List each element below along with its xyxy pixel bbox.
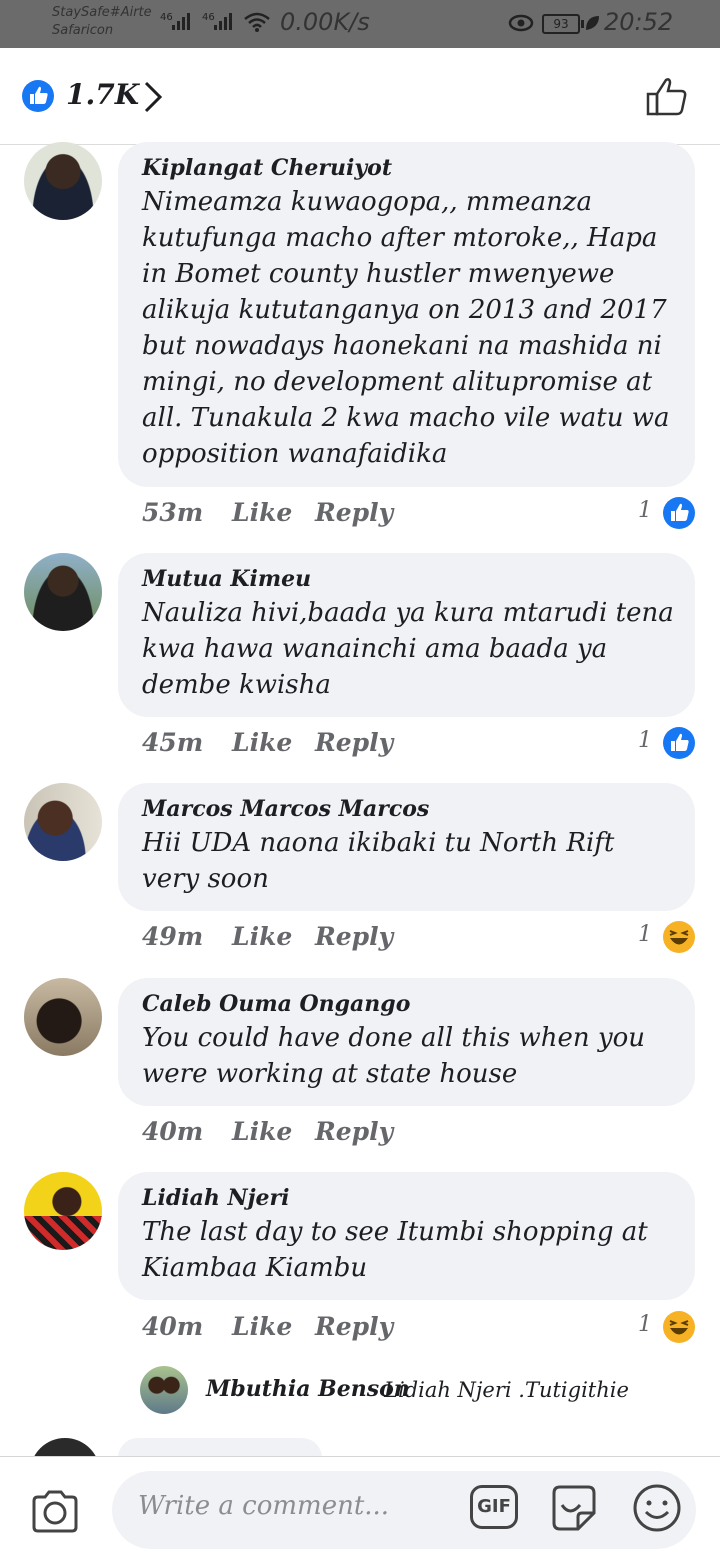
- carrier-label: StaySafe#Airte Safaricon: [52, 4, 152, 40]
- comment-bubble[interactable]: Kiplangat Cheruiyot Nimeamza kuwaogopa,,…: [118, 142, 695, 487]
- reaction-summary[interactable]: 1: [616, 497, 696, 532]
- comment-composer: Write a comment... GIF: [0, 1456, 720, 1561]
- status-bar: StaySafe#Airte Safaricon 46 46 0.00K/s 9…: [0, 0, 720, 48]
- like-link[interactable]: Like: [232, 728, 292, 757]
- comment-author[interactable]: Mutua Kimeu: [142, 563, 675, 595]
- comment-time: 45m: [142, 728, 204, 757]
- haha-reaction-icon: [663, 921, 695, 953]
- gif-button[interactable]: GIF: [470, 1485, 518, 1529]
- wifi-icon: [244, 12, 270, 32]
- camera-icon[interactable]: [30, 1489, 80, 1533]
- reaction-count: 1: [638, 1312, 652, 1337]
- comment-time: 40m: [142, 1117, 204, 1146]
- comment-text: You could have done all this when you we…: [142, 1023, 646, 1089]
- like-link[interactable]: Like: [232, 1117, 292, 1146]
- comment-time: 40m: [142, 1312, 204, 1341]
- reaction-count: 1: [638, 922, 652, 947]
- comment-bubble[interactable]: Marcos Marcos Marcos Hii UDA naona ikiba…: [118, 783, 695, 911]
- comment-author[interactable]: Marcos Marcos Marcos: [142, 793, 675, 825]
- reaction-summary[interactable]: 1: [616, 727, 696, 762]
- comment-author[interactable]: Lidiah Njeri: [142, 1182, 675, 1214]
- reply-text: Lidiah Njeri .Tutigithie: [384, 1378, 629, 1402]
- reaction-count[interactable]: 1.7K: [66, 78, 139, 111]
- comment-placeholder: Write a comment...: [138, 1491, 390, 1521]
- reply-link[interactable]: Reply: [315, 728, 393, 757]
- avatar[interactable]: [24, 1172, 102, 1250]
- comment-time: 53m: [142, 498, 204, 527]
- battery-indicator: 93: [542, 14, 584, 34]
- reaction-summary[interactable]: 1: [616, 1311, 696, 1346]
- comment-input[interactable]: Write a comment... GIF: [112, 1471, 696, 1549]
- comment-bubble[interactable]: Lidiah Njeri The last day to see Itumbi …: [118, 1172, 695, 1300]
- reactions-header: 1.7K: [0, 48, 720, 145]
- comment-time: 49m: [142, 922, 204, 951]
- reaction-count: 1: [638, 728, 652, 753]
- like-link[interactable]: Like: [232, 1312, 292, 1341]
- comment-author[interactable]: Caleb Ouma Ongango: [142, 988, 675, 1020]
- eye-comfort-icon: [508, 14, 534, 32]
- reply-link[interactable]: Reply: [315, 1312, 393, 1341]
- clock: 20:52: [604, 8, 674, 36]
- emoji-icon[interactable]: [630, 1481, 684, 1535]
- like-reaction-icon: [663, 497, 695, 529]
- reply-preview[interactable]: Mbuthia Benson Lidiah Njeri .Tutigithie: [140, 1366, 700, 1418]
- reply-author[interactable]: Mbuthia Benson: [206, 1376, 410, 1402]
- comment-text: The last day to see Itumbi shopping at K…: [142, 1217, 648, 1283]
- like-link[interactable]: Like: [232, 498, 292, 527]
- signal-type-1: 46: [160, 12, 173, 23]
- comment-text: Nauliza hivi,baada ya kura mtarudi tena …: [142, 598, 674, 700]
- sticker-icon[interactable]: [548, 1483, 600, 1535]
- avatar[interactable]: [140, 1366, 188, 1414]
- haha-reaction-icon: [663, 1311, 695, 1343]
- like-badge-icon[interactable]: [22, 80, 54, 112]
- comment-text: Hii UDA naona ikibaki tu North Rift very…: [142, 828, 615, 894]
- comment-bubble[interactable]: Mutua Kimeu Nauliza hivi,baada ya kura m…: [118, 553, 695, 717]
- like-link[interactable]: Like: [232, 922, 292, 951]
- chevron-right-icon[interactable]: [142, 80, 164, 114]
- avatar[interactable]: [24, 783, 102, 861]
- reply-link[interactable]: Reply: [315, 498, 393, 527]
- avatar[interactable]: [24, 553, 102, 631]
- like-reaction-icon: [663, 727, 695, 759]
- comment-bubble[interactable]: Caleb Ouma Ongango You could have done a…: [118, 978, 695, 1106]
- thumbs-up-icon: [30, 86, 48, 104]
- reaction-count: 1: [638, 498, 652, 523]
- reply-link[interactable]: Reply: [315, 1117, 393, 1146]
- reply-link[interactable]: Reply: [315, 922, 393, 951]
- carrier-line-2: Safaricon: [52, 23, 114, 38]
- net-speed: 0.00K/s: [280, 8, 370, 36]
- like-post-button[interactable]: [644, 74, 690, 120]
- reaction-summary[interactable]: 1: [616, 921, 696, 956]
- comment-text: Nimeamza kuwaogopa,, mmeanza kutufunga m…: [142, 187, 670, 469]
- signal-bars-icon: [214, 12, 238, 30]
- signal-type-2: 46: [202, 12, 215, 23]
- avatar[interactable]: [24, 142, 102, 220]
- signal-bars-icon: [172, 12, 196, 30]
- power-saving-leaf-icon: [586, 16, 599, 30]
- comment-author[interactable]: Kiplangat Cheruiyot: [142, 152, 675, 184]
- avatar[interactable]: [24, 978, 102, 1056]
- carrier-line-1: StaySafe#Airte: [52, 5, 152, 20]
